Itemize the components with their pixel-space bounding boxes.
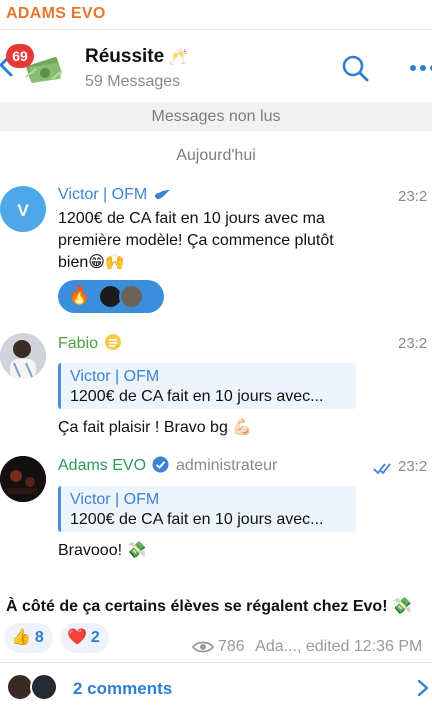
post-author-edited: Ada..., edited 12:36 PM bbox=[255, 638, 423, 655]
view-count: 786 bbox=[218, 638, 245, 655]
message-time: 23:2 bbox=[398, 188, 428, 205]
message-text: Bravooo! 💸 bbox=[58, 542, 147, 559]
verified-icon bbox=[152, 456, 169, 473]
message-adams-evo: Adams EVO administrateur 23:2 Victor | O… bbox=[0, 456, 432, 566]
commenter-avatar bbox=[30, 673, 58, 701]
message-time: 23:2 bbox=[398, 458, 428, 475]
comments-label: 2 comments bbox=[73, 679, 173, 698]
chat-title[interactable]: Réussite 🥂 bbox=[85, 46, 188, 68]
thumbs-up-icon: 👍 bbox=[11, 629, 31, 646]
sender-name-text: Fabio bbox=[58, 335, 99, 352]
reaction-count: 8 bbox=[34, 629, 44, 646]
reply-sender: Victor | OFM bbox=[70, 368, 160, 385]
comments-bar[interactable]: 2 comments bbox=[0, 663, 432, 712]
avatar-letter: V bbox=[17, 201, 29, 220]
channel-topbar: ADAMS EVO bbox=[0, 0, 432, 30]
sender-name[interactable]: Victor | OFM bbox=[58, 186, 171, 204]
message-count: 59 Messages bbox=[85, 73, 181, 90]
more-options-icon[interactable] bbox=[408, 61, 432, 75]
message-time: 23:2 bbox=[398, 335, 428, 352]
read-checkmarks-icon bbox=[373, 463, 391, 474]
search-icon[interactable] bbox=[340, 53, 370, 83]
message-line: première modèle! Ça commence plutôt bbox=[58, 232, 334, 249]
heart-icon: ❤️ bbox=[67, 629, 87, 646]
avatar-photo bbox=[0, 456, 46, 502]
avatar-letter-badge: V bbox=[17, 201, 29, 220]
post-meta: 786 Ada..., edited 12:36 PM bbox=[192, 638, 422, 656]
date-separator: Aujourd'hui bbox=[176, 147, 256, 164]
message-victor: V Victor | OFM 23:2 1200€ de CA fait en … bbox=[0, 186, 432, 316]
chevron-right-icon bbox=[417, 679, 429, 697]
admin-role-label: administrateur bbox=[175, 457, 278, 474]
unread-count-badge: 69 bbox=[6, 44, 34, 68]
reactor-avatar bbox=[119, 284, 144, 309]
reply-text: 1200€ de CA fait en 10 jours avec... bbox=[70, 511, 324, 528]
eye-icon bbox=[192, 641, 214, 653]
champagne-icon: 🥂 bbox=[168, 49, 189, 66]
channel-brand[interactable]: ADAMS EVO bbox=[6, 5, 106, 23]
heart-reaction-button[interactable]: ❤️ 2 bbox=[61, 623, 109, 653]
post-text: À côté de ça certains élèves se régalent… bbox=[6, 598, 412, 615]
avatar[interactable] bbox=[0, 333, 46, 379]
reply-text: 1200€ de CA fait en 10 jours avec... bbox=[70, 388, 324, 405]
sender-name[interactable]: Fabio bbox=[58, 333, 122, 353]
message-text: Ça fait plaisir ! Bravo bg 💪🏻 bbox=[58, 419, 253, 436]
sender-name-text: Victor | OFM bbox=[58, 186, 148, 203]
avatar-photo bbox=[0, 333, 46, 379]
reply-sender: Victor | OFM bbox=[70, 491, 160, 508]
reaction-count: 2 bbox=[90, 629, 100, 646]
custom-emoji-icon bbox=[105, 334, 122, 350]
message-fabio: Fabio 23:2 Victor | OFM 1200€ de CA fait… bbox=[0, 333, 432, 443]
chat-header: 69 Réussite 🥂 59 Messages bbox=[0, 31, 432, 101]
unread-messages-divider: Messages non lus bbox=[0, 102, 432, 131]
reply-quote[interactable]: Victor | OFM 1200€ de CA fait en 10 jour… bbox=[58, 486, 356, 532]
like-reaction-button[interactable]: 👍 8 bbox=[5, 623, 53, 653]
reaction-pill[interactable]: 🔥 bbox=[58, 280, 164, 313]
fire-reaction-icon: 🔥 bbox=[68, 285, 91, 305]
avatar[interactable] bbox=[0, 456, 46, 502]
reply-quote[interactable]: Victor | OFM 1200€ de CA fait en 10 jour… bbox=[58, 363, 356, 409]
wing-badge-icon bbox=[154, 189, 170, 199]
message-line: bien😁🙌 bbox=[58, 254, 125, 271]
sender-name-text: Adams EVO bbox=[58, 457, 147, 474]
message-text: 1200€ de CA fait en 10 jours avec ma pre… bbox=[58, 208, 334, 274]
message-line: 1200€ de CA fait en 10 jours avec ma bbox=[58, 210, 325, 227]
chat-title-text: Réussite bbox=[85, 46, 165, 67]
avatar[interactable]: V bbox=[0, 186, 46, 232]
sender-name[interactable]: Adams EVO administrateur bbox=[58, 456, 277, 475]
